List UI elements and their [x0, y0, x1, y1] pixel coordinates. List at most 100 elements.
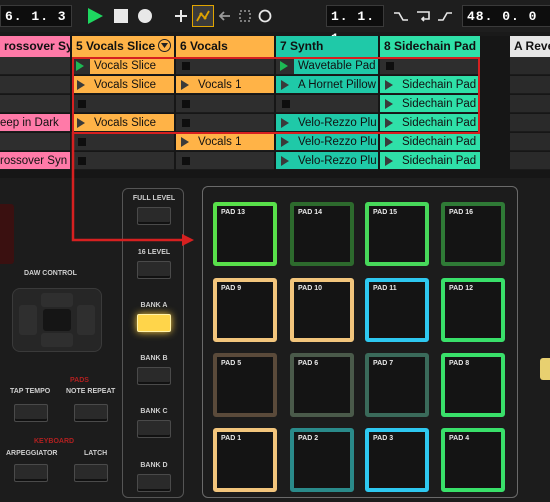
loop-length-display[interactable]: 48. 0. 0 [462, 5, 550, 27]
pad-1[interactable]: PAD 1 [213, 428, 277, 492]
daw-control-dpad[interactable] [12, 288, 102, 352]
position-display[interactable]: 1. 1. 1 [326, 5, 384, 46]
dpad-right[interactable] [77, 305, 95, 335]
loop-button[interactable] [412, 5, 434, 27]
16-level-button[interactable] [137, 261, 171, 279]
pad-12[interactable]: PAD 12 [441, 278, 505, 342]
clip-launch-icon [281, 156, 289, 166]
clip-slot[interactable] [510, 76, 550, 94]
pad-14[interactable]: PAD 14 [290, 202, 354, 266]
punch-button[interactable] [434, 5, 456, 27]
play-icon [76, 61, 84, 71]
clip-slot[interactable] [72, 133, 174, 151]
back-to-arrangement-button[interactable] [214, 5, 236, 27]
clip[interactable]: Sidechain Pad [380, 95, 480, 113]
clip-slot[interactable] [510, 133, 550, 151]
clip[interactable]: Sidechain Pad [380, 133, 480, 151]
pad-16[interactable]: PAD 16 [441, 202, 505, 266]
pad-5[interactable]: PAD 5 [213, 353, 277, 417]
latch-button[interactable] [74, 464, 108, 482]
clip-slot[interactable] [176, 95, 274, 113]
clip-slot[interactable] [176, 114, 274, 132]
clip[interactable]: A Hornet Pillow [276, 76, 378, 94]
clip-slot[interactable] [176, 152, 274, 170]
full-level-button[interactable] [137, 207, 171, 225]
record-button[interactable] [134, 5, 156, 27]
clip-label: Vocals 1 [198, 136, 242, 148]
add-button[interactable] [170, 5, 192, 27]
clip[interactable]: rossover Syn [0, 152, 70, 170]
clip[interactable]: Vocals Slice [72, 114, 174, 132]
clip-slot[interactable] [510, 57, 550, 75]
bank-a-button[interactable] [137, 314, 171, 332]
clip-label: Sidechain Pad [402, 136, 477, 148]
bank-d-button[interactable] [137, 474, 171, 492]
clip[interactable]: Sidechain Pad [380, 152, 480, 170]
automation-arm-button[interactable] [192, 5, 214, 27]
track-header-label: 5 Vocals Slice [76, 39, 156, 53]
pad-3[interactable]: PAD 3 [365, 428, 429, 492]
track-header-vocals-slice[interactable]: 5 Vocals Slice [72, 36, 174, 57]
clip[interactable]: Vocals 1 [176, 133, 274, 151]
clip-slot[interactable] [72, 152, 174, 170]
pad-2[interactable]: PAD 2 [290, 428, 354, 492]
track-header-synth[interactable]: 7 Synth [276, 36, 378, 57]
pad-11[interactable]: PAD 11 [365, 278, 429, 342]
pad-8[interactable]: PAD 8 [441, 353, 505, 417]
pad-6[interactable]: PAD 6 [290, 353, 354, 417]
stop-button[interactable] [110, 5, 132, 27]
clip-slot[interactable] [276, 95, 378, 113]
circle-outline-icon [258, 9, 272, 23]
clip[interactable]: Vocals Slice [72, 57, 174, 75]
track-header-crossover-synth[interactable]: rossover Syn [0, 36, 70, 57]
tap-tempo-button[interactable] [14, 404, 48, 422]
pad-15[interactable]: PAD 15 [365, 202, 429, 266]
clip-slot[interactable] [176, 57, 274, 75]
clip[interactable]: Sidechain Pad [380, 76, 480, 94]
arpeggiator-button[interactable] [14, 464, 48, 482]
dpad-center[interactable] [43, 309, 71, 331]
dpad-left[interactable] [19, 305, 37, 335]
track-fold-icon[interactable] [158, 39, 171, 52]
pad-13[interactable]: PAD 13 [213, 202, 277, 266]
capture-button[interactable] [234, 5, 256, 27]
track-header-return-reverb[interactable]: A Reve [510, 36, 550, 57]
pad-7[interactable]: PAD 7 [365, 353, 429, 417]
clip[interactable]: Velo-Rezzo Plu [276, 152, 378, 170]
latch-label: LATCH [84, 450, 108, 457]
clip[interactable]: Velo-Rezzo Plu [276, 114, 378, 132]
clip-slot[interactable] [0, 57, 70, 75]
bank-c-button[interactable] [137, 420, 171, 438]
16-level-label: 16 LEVEL [137, 249, 171, 256]
pad-9[interactable]: PAD 9 [213, 278, 277, 342]
clip-slot[interactable] [72, 95, 174, 113]
track-header-vocals[interactable]: 6 Vocals [176, 36, 274, 57]
clip[interactable]: Wavetable Pad [276, 57, 378, 75]
dpad-down[interactable] [41, 333, 73, 347]
clip-slot[interactable] [0, 95, 70, 113]
clip-slot[interactable] [510, 114, 550, 132]
clip[interactable]: Vocals 1 [176, 76, 274, 94]
clip[interactable]: Vocals Slice [72, 76, 174, 94]
bank-b-button[interactable] [137, 367, 171, 385]
pad-10[interactable]: PAD 10 [290, 278, 354, 342]
clip-label: Velo-Rezzo Plu [298, 117, 377, 129]
track-header-sidechain-pad[interactable]: 8 Sidechain Pad [380, 36, 480, 57]
clip-slot[interactable] [380, 57, 480, 75]
dpad-up[interactable] [41, 293, 73, 307]
tempo-display[interactable]: 6. 1. 3 [0, 5, 72, 27]
clip-slot[interactable] [510, 95, 550, 113]
clip-label: Sidechain Pad [402, 79, 477, 91]
clip[interactable]: eep in Dark [0, 114, 70, 132]
clip[interactable]: Velo-Rezzo Plu [276, 133, 378, 151]
clip[interactable]: Sidechain Pad [380, 114, 480, 132]
session-record-button[interactable] [254, 5, 276, 27]
clip-slot[interactable] [0, 76, 70, 94]
pad-4[interactable]: PAD 4 [441, 428, 505, 492]
play-button[interactable] [84, 5, 106, 27]
note-repeat-button[interactable] [74, 404, 108, 422]
follow-button[interactable] [390, 5, 412, 27]
clip-slot[interactable] [0, 133, 70, 151]
stop-slot-icon [78, 157, 86, 165]
clip-slot[interactable] [510, 152, 550, 170]
